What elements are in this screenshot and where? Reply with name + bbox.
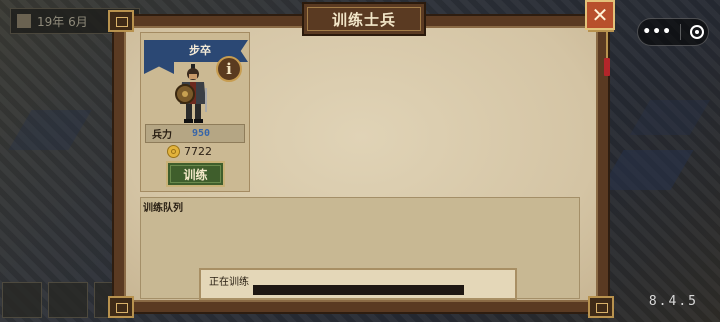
map-tile [629,100,711,135]
miniprogram-capsule: ••• [637,18,709,46]
train-button-label: 训练 [183,167,208,182]
training-status-label: 正在训练 [209,277,249,288]
gold-coin-icon [167,145,180,158]
map-tile [8,110,92,150]
more-menu-icon[interactable]: ••• [642,24,672,40]
close-icon: ✕ [591,3,609,27]
version-label: 8.4.5 [648,294,698,309]
toolbar-button[interactable] [48,282,88,318]
corner-ornament [588,296,614,318]
tassel-knot [604,58,610,76]
capsule-divider [680,24,682,40]
unit-name: 步卒 [189,44,211,57]
training-progress-bar [253,285,464,295]
tassel-ornament [604,30,610,78]
close-button[interactable]: ✕ [585,0,615,30]
troops-value: 950 [192,128,211,139]
dialog-title: 训练士兵 [331,10,396,29]
cost-row: 7722 [167,145,212,158]
troops-row: 兵力 950 [145,124,245,143]
dialog-title-plate: 训练士兵 [302,2,426,36]
unit-info-button[interactable]: i [216,56,242,82]
corner-ornament [108,296,134,318]
training-queue-title: 训练队列 [143,203,183,214]
train-button[interactable]: 训练 [166,161,225,187]
troops-label: 兵力 [152,130,172,141]
tassel-cord [606,30,608,60]
date-text: 19年 6月 [37,14,88,29]
cost-value: 7722 [184,145,212,158]
toolbar-button[interactable] [2,282,42,318]
corner-ornament [108,10,134,32]
calendar-icon [17,14,31,28]
exit-miniprogram-icon[interactable] [689,25,704,39]
soldier-portrait-icon [175,64,207,123]
info-icon: i [226,60,232,78]
map-tile [600,150,694,190]
